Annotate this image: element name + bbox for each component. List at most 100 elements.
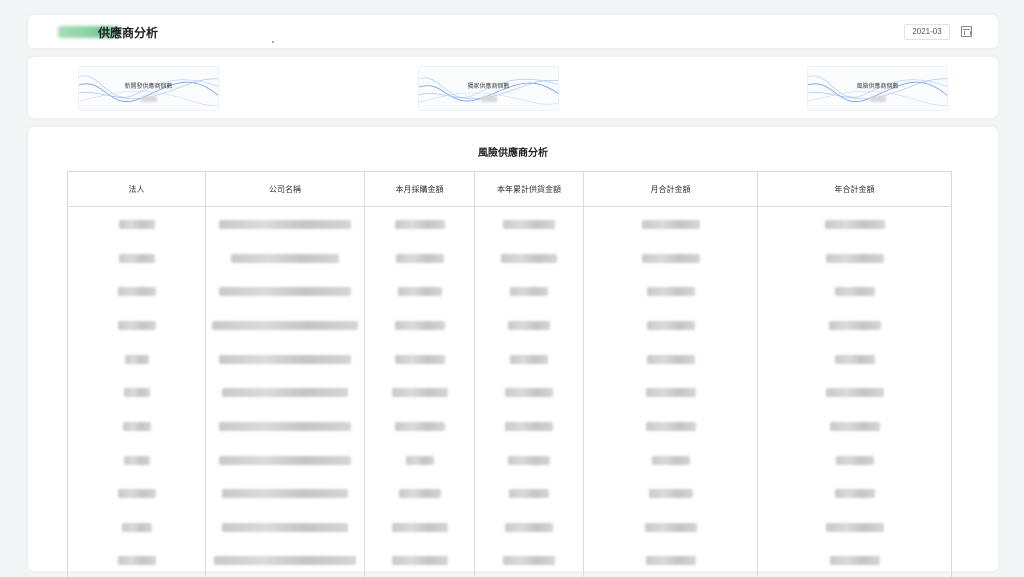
- table-cell: [68, 375, 206, 409]
- redacted-value: [397, 287, 442, 297]
- redacted-value: [825, 523, 884, 533]
- table-cell: [364, 273, 475, 308]
- redacted-value: [391, 556, 448, 566]
- redacted-value: [645, 556, 696, 566]
- column-header-legal-entity[interactable]: 法人: [67, 171, 206, 207]
- table-cell: [583, 206, 758, 241]
- redacted-value: [395, 253, 444, 263]
- table-cell: [205, 374, 365, 409]
- redacted-value: [121, 523, 152, 533]
- table-row[interactable]: [68, 240, 952, 274]
- redacted-value: [394, 220, 445, 230]
- table-cell: [68, 543, 206, 577]
- redacted-value: [219, 287, 351, 297]
- table-cell: [583, 307, 758, 342]
- stat-card-exclusive-suppliers[interactable]: 獨家供應商個數: [418, 66, 559, 111]
- redacted-value: [394, 320, 445, 330]
- table-cell: [205, 408, 365, 443]
- redacted-value: [834, 489, 875, 499]
- table-cell: [583, 273, 758, 308]
- redacted-value: [641, 220, 700, 230]
- table-row[interactable]: [68, 543, 952, 577]
- table-cell: [205, 509, 365, 544]
- table-row[interactable]: [68, 509, 952, 544]
- table-cell: [583, 240, 758, 274]
- table-cell: [364, 408, 475, 443]
- table-header-row: 法人 公司名稱 本月採購金額 本年累計供貨金額 月合計金額 年合計金額: [67, 171, 952, 207]
- table-row[interactable]: [68, 206, 952, 241]
- table-cell: [757, 341, 952, 375]
- table-cell: [474, 476, 584, 510]
- table-cell: [205, 240, 365, 274]
- table-row[interactable]: [68, 408, 952, 443]
- redacted-value: [222, 489, 348, 499]
- table-cell: [205, 341, 365, 375]
- table-row[interactable]: [68, 307, 952, 342]
- column-header-yearly-total[interactable]: 年合計金額: [757, 171, 952, 207]
- table-cell: [364, 442, 475, 476]
- table-cell: [757, 374, 952, 409]
- table-cell: [364, 341, 475, 375]
- table-cell: [364, 509, 475, 544]
- table-cell: [205, 273, 365, 308]
- column-header-ytd-supply[interactable]: 本年累計供貨金額: [474, 171, 584, 207]
- column-header-monthly-purchase[interactable]: 本月採購金額: [364, 171, 475, 207]
- table-cell: [474, 273, 584, 308]
- redacted-value: [117, 556, 156, 566]
- table-row[interactable]: [68, 273, 952, 308]
- table-cell: [583, 442, 758, 476]
- redacted-value: [648, 489, 693, 499]
- table-cell: [364, 307, 475, 342]
- redacted-value: [123, 455, 150, 465]
- redacted-value: [646, 354, 695, 364]
- table-cell: [474, 509, 584, 544]
- redacted-value: [222, 523, 348, 533]
- table-row[interactable]: [68, 341, 952, 375]
- table-row[interactable]: [68, 442, 952, 476]
- column-header-company-name[interactable]: 公司名稱: [205, 171, 365, 207]
- stat-card-new-suppliers[interactable]: 新開發供應商個數: [78, 66, 219, 111]
- redacted-value: [391, 388, 448, 398]
- table-cell: [68, 510, 206, 544]
- table-cell: [757, 509, 952, 544]
- table-cell: [757, 408, 952, 443]
- redacted-value: [219, 455, 351, 465]
- header-bar: 供應商分析 2021-03: [28, 15, 998, 48]
- redacted-value: [646, 287, 695, 297]
- redacted-value: [222, 388, 348, 398]
- redacted-value: [219, 354, 351, 364]
- redacted-value: [829, 556, 880, 566]
- column-header-monthly-total[interactable]: 月合計金額: [583, 171, 758, 207]
- divider-dot: [272, 41, 274, 43]
- table-cell: [583, 509, 758, 544]
- table-cell: [364, 374, 475, 409]
- section-title: 風險供應商分析: [478, 148, 548, 159]
- table-cell: [757, 240, 952, 274]
- redacted-value: [646, 320, 695, 330]
- redacted-value: [391, 523, 448, 533]
- stat-label: 新開發供應商個數: [124, 83, 173, 90]
- risk-supplier-panel: 風險供應商分析 法人 公司名稱 本月採購金額 本年累計供貨金額 月合計金額 年合…: [28, 127, 998, 577]
- month-picker-input[interactable]: 2021-03: [904, 24, 950, 40]
- stat-label: 風險供應商個數: [856, 83, 899, 90]
- table-cell: [757, 543, 952, 577]
- redacted-value: [510, 354, 548, 364]
- redacted-value: [510, 287, 548, 297]
- redacted-value: [644, 523, 697, 533]
- table-row[interactable]: [68, 374, 952, 409]
- table-row[interactable]: [68, 476, 952, 510]
- table-cell: [474, 408, 584, 443]
- stat-value: [141, 96, 157, 102]
- redacted-value: [645, 388, 696, 398]
- redacted-value: [394, 421, 445, 431]
- redacted-value: [122, 421, 151, 431]
- calendar-icon[interactable]: [961, 26, 972, 37]
- table-cell: [757, 307, 952, 342]
- table-cell: [364, 206, 475, 241]
- stat-card-risk-suppliers[interactable]: 風險供應商個數: [807, 66, 948, 111]
- table-cell: [757, 273, 952, 308]
- table-cell: [583, 341, 758, 375]
- redacted-value: [501, 253, 557, 263]
- table-cell: [364, 476, 475, 510]
- redacted-value: [505, 421, 553, 431]
